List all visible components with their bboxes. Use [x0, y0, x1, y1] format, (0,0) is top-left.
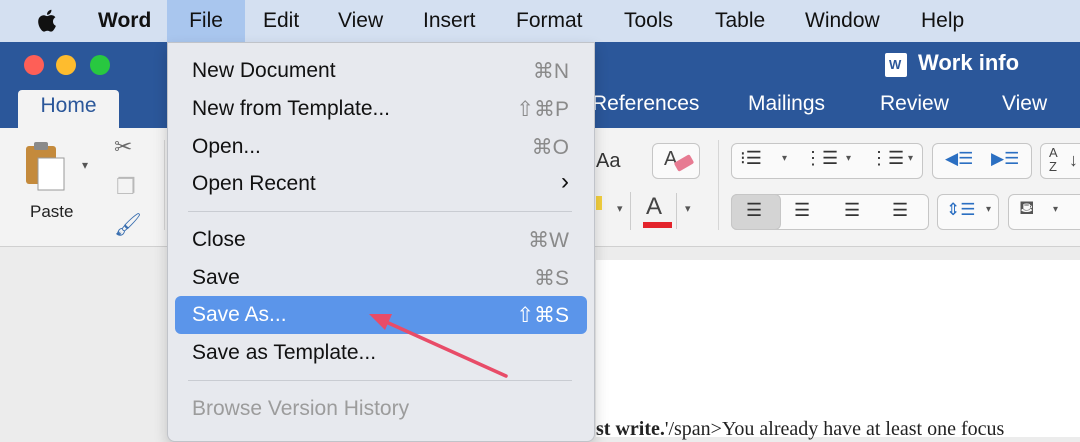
annotation-arrow-icon [369, 314, 508, 378]
